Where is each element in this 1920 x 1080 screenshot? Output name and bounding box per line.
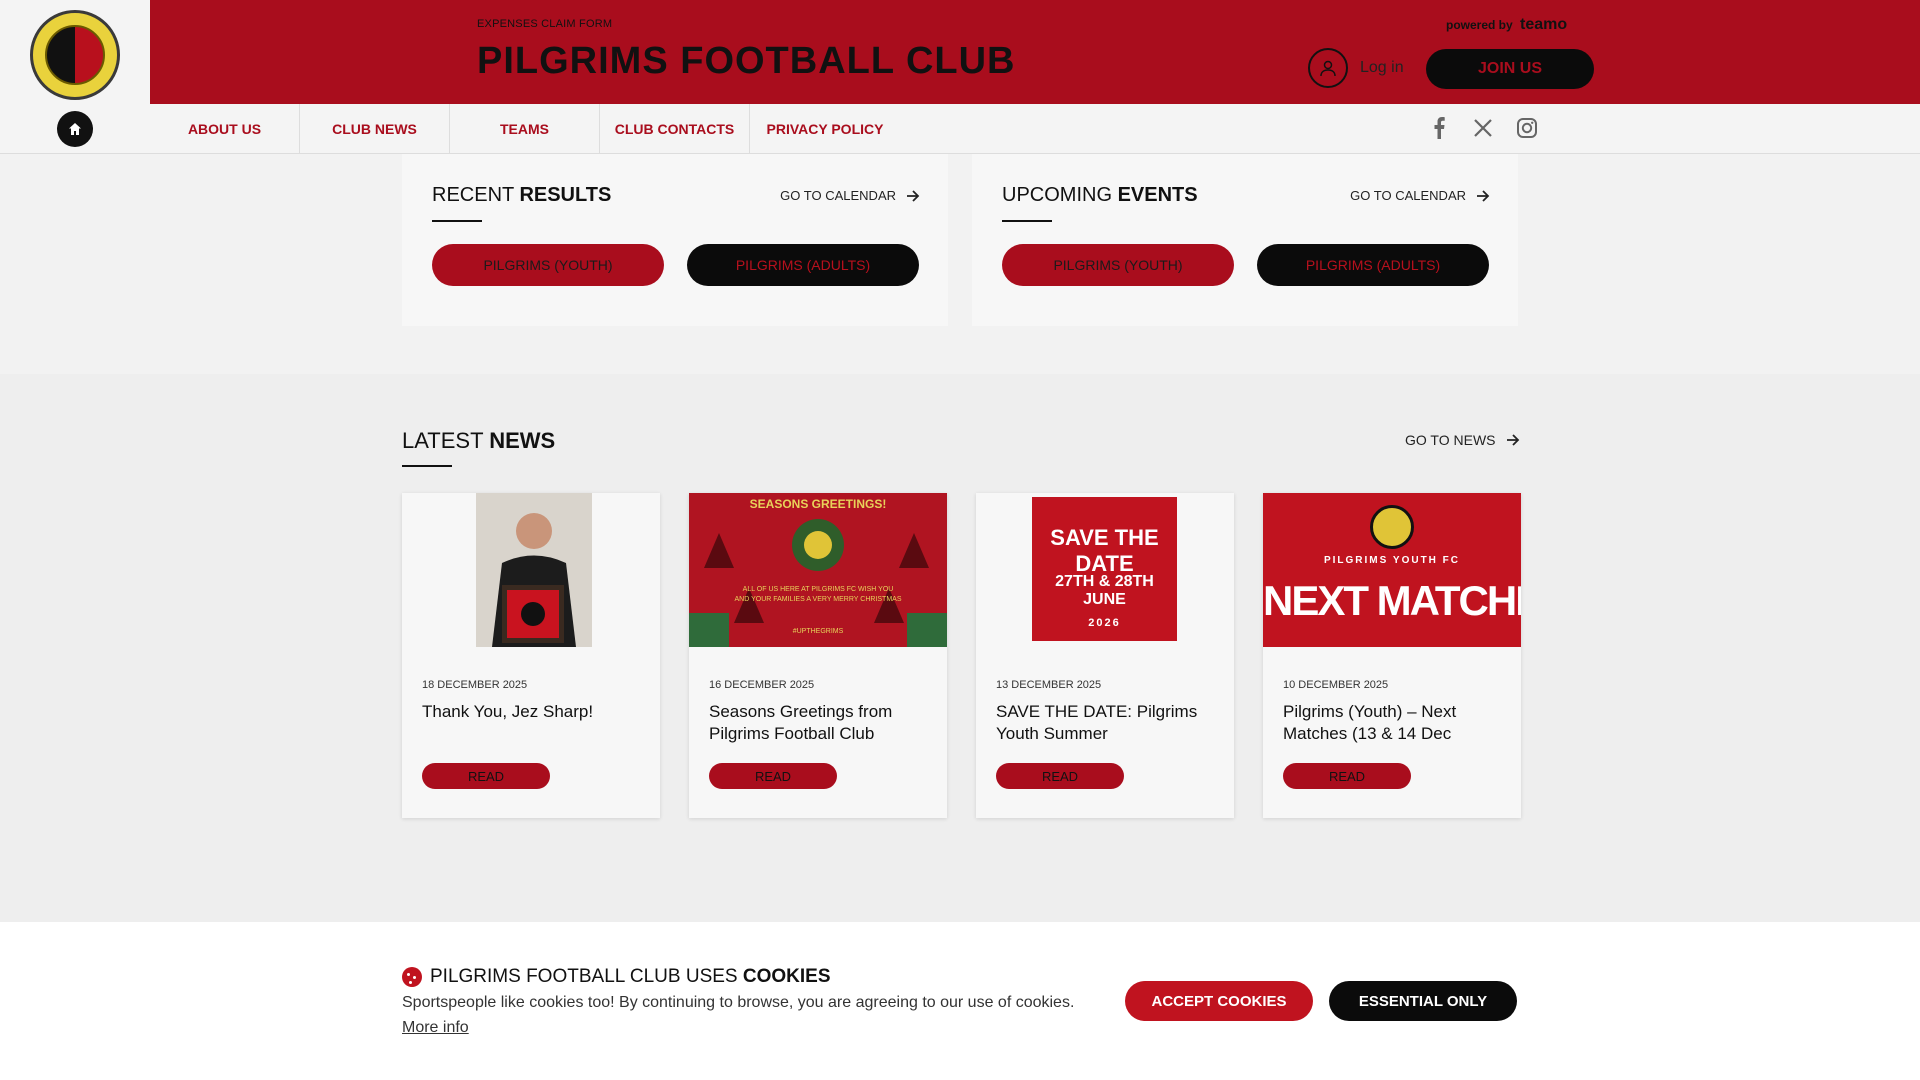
cookie-icon — [402, 967, 422, 987]
svg-text:AND YOUR FAMILIES A VERY MERRY: AND YOUR FAMILIES A VERY MERRY CHRISTMAS — [734, 596, 901, 603]
recent-results-panel: RECENT RESULTS GO TO CALENDAR PILGRIMS (… — [402, 154, 948, 326]
nav-item-about-us[interactable]: ABOUT US — [150, 104, 300, 154]
news-image-next-matches: PILGRIMS YOUTH FC NEXT MATCHES — [1263, 493, 1521, 647]
news-image-seasons-greetings: ALL OF US HERE AT PILGRIMS FC WISH YOU A… — [689, 493, 947, 647]
home-icon[interactable] — [57, 111, 93, 147]
poster-year: 2026 — [1088, 617, 1121, 629]
essential-only-button[interactable]: ESSENTIAL ONLY — [1329, 981, 1517, 1021]
results-youth-button[interactable]: PILGRIMS (YOUTH) — [432, 244, 664, 286]
news-section-background — [0, 374, 1920, 922]
heading-underline — [432, 220, 482, 222]
news-title: Pilgrims (Youth) – Next Matches (13 & 14… — [1283, 702, 1457, 743]
arrow-right-icon — [907, 189, 920, 202]
events-adults-button[interactable]: PILGRIMS (ADULTS) — [1257, 244, 1489, 286]
news-date: 13 DECEMBER 2025 — [996, 679, 1102, 691]
main-nav: ABOUT US CLUB NEWS TEAMS CLUB CONTACTS P… — [0, 104, 1920, 154]
social-links — [1428, 116, 1538, 140]
news-heading: LATEST NEWS — [402, 428, 556, 453]
logo-container[interactable] — [0, 0, 150, 104]
read-button[interactable]: READ — [709, 763, 837, 789]
go-to-news-link[interactable]: GO TO NEWS — [1405, 432, 1520, 448]
expenses-claim-link[interactable]: EXPENSES CLAIM FORM — [477, 18, 612, 30]
site-header: EXPENSES CLAIM FORM PILGRIMS FOOTBALL CL… — [0, 0, 1920, 104]
svg-text:#UPTHEGRIMS: #UPTHEGRIMS — [793, 628, 844, 635]
nav-item-privacy-policy[interactable]: PRIVACY POLICY — [750, 104, 900, 154]
powered-by-label: powered by — [1446, 18, 1513, 32]
powered-by: powered by teamo — [1446, 16, 1567, 34]
news-date: 10 DECEMBER 2025 — [1283, 679, 1389, 691]
news-date: 18 DECEMBER 2025 — [422, 679, 528, 691]
join-us-button[interactable]: JOIN US — [1426, 49, 1594, 89]
cookie-banner: PILGRIMS FOOTBALL CLUB USES COOKIES Spor… — [0, 922, 1920, 1080]
facebook-icon[interactable] — [1428, 116, 1450, 140]
news-card[interactable]: 18 DECEMBER 2025 Thank You, Jez Sharp! R… — [402, 493, 660, 818]
page-title: PILGRIMS FOOTBALL CLUB — [477, 40, 1016, 82]
x-icon[interactable] — [1472, 116, 1494, 140]
nav-item-teams[interactable]: TEAMS — [450, 104, 600, 154]
calendar-link-label: GO TO CALENDAR — [780, 188, 896, 203]
news-title: Thank You, Jez Sharp! — [422, 702, 594, 721]
news-card[interactable]: SAVE THE DATE 27TH & 28TH JUNE 2026 13 D… — [976, 493, 1234, 818]
read-button[interactable]: READ — [1283, 763, 1411, 789]
svg-text:ALL OF US HERE AT PILGRIMS FC: ALL OF US HERE AT PILGRIMS FC WISH YOU — [743, 586, 894, 593]
events-calendar-link[interactable]: GO TO CALENDAR — [1350, 188, 1490, 203]
upcoming-events-panel: UPCOMING EVENTS GO TO CALENDAR PILGRIMS … — [972, 154, 1518, 326]
poster-subtitle: PILGRIMS YOUTH FC — [1323, 555, 1461, 566]
news-image-jez-sharp — [402, 493, 660, 647]
news-image-save-the-date: SAVE THE DATE 27TH & 28TH JUNE 2026 — [976, 493, 1234, 647]
cookie-description: Sportspeople like cookies too! By contin… — [402, 994, 1075, 1011]
cookie-heading: PILGRIMS FOOTBALL CLUB USES COOKIES — [402, 966, 831, 988]
login-link[interactable]: Log in — [1308, 48, 1404, 88]
teamo-brand: teamo — [1520, 16, 1568, 33]
poster-title: NEXT MATCHES — [1263, 577, 1521, 624]
nav-item-club-news[interactable]: CLUB NEWS — [300, 104, 450, 154]
poster-title: SAVE THE DATE — [1050, 525, 1159, 576]
results-adults-button[interactable]: PILGRIMS (ADULTS) — [687, 244, 919, 286]
calendar-link-label: GO TO CALENDAR — [1350, 188, 1466, 203]
user-icon — [1308, 48, 1348, 88]
results-heading: RECENT RESULTS — [432, 184, 612, 206]
club-crest-icon — [1370, 505, 1414, 549]
heading-underline — [1002, 220, 1052, 222]
poster-dates: 27TH & 28TH JUNE — [1055, 573, 1154, 608]
cookie-more-info-link[interactable]: More info — [402, 1019, 469, 1037]
events-youth-button[interactable]: PILGRIMS (YOUTH) — [1002, 244, 1234, 286]
nav-items: ABOUT US CLUB NEWS TEAMS CLUB CONTACTS P… — [150, 104, 900, 154]
news-card[interactable]: PILGRIMS YOUTH FC NEXT MATCHES 10 DECEMB… — [1263, 493, 1521, 818]
events-heading: UPCOMING EVENTS — [1002, 184, 1198, 206]
news-title: SAVE THE DATE: Pilgrims Youth Summer — [996, 702, 1198, 743]
news-card[interactable]: ALL OF US HERE AT PILGRIMS FC WISH YOU A… — [689, 493, 947, 818]
club-crest-logo[interactable] — [30, 10, 120, 100]
news-title: Seasons Greetings from Pilgrims Football… — [709, 702, 893, 743]
arrow-right-icon — [1506, 434, 1519, 446]
nav-item-club-contacts[interactable]: CLUB CONTACTS — [600, 104, 750, 154]
read-button[interactable]: READ — [422, 763, 550, 789]
go-to-news-label: GO TO NEWS — [1405, 432, 1496, 448]
heading-underline — [402, 465, 452, 467]
read-button[interactable]: READ — [996, 763, 1124, 789]
arrow-right-icon — [1477, 189, 1490, 202]
news-image-caption: SEASONS GREETINGS! — [749, 497, 887, 511]
crest-shield — [45, 25, 105, 85]
news-date: 16 DECEMBER 2025 — [709, 679, 815, 691]
instagram-icon[interactable] — [1516, 116, 1538, 140]
accept-cookies-button[interactable]: ACCEPT COOKIES — [1125, 981, 1313, 1021]
login-label: Log in — [1360, 59, 1404, 76]
results-calendar-link[interactable]: GO TO CALENDAR — [780, 188, 920, 203]
